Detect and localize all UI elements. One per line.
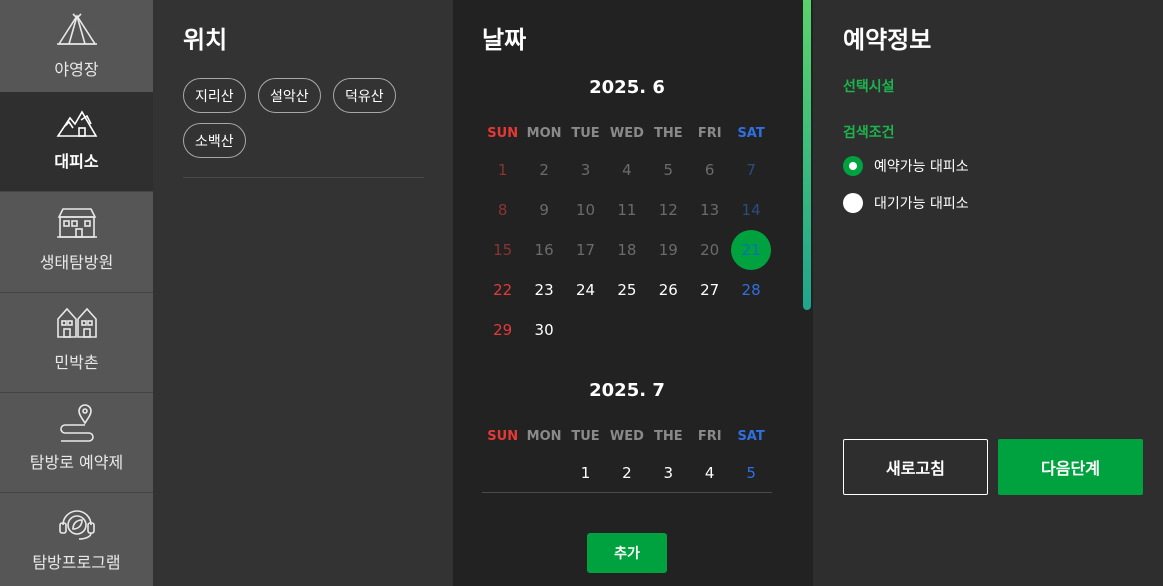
weekday-label: MON [526,429,562,444]
reservation-panel: 예약정보 선택시설 검색조건 예약가능 대피소 대기가능 대피소 새로고침 다음… [813,0,1163,586]
calendar-day-selected[interactable]: 21 [730,230,772,270]
sidebar-item-label: 탐방로 예약제 [29,453,124,472]
scrollbar-thumb[interactable] [803,0,811,310]
weekday-label: FRI [697,126,722,141]
chip-seoraksan[interactable]: 설악산 [258,78,321,113]
weekday-label: FRI [697,429,722,444]
calendar-day[interactable]: 30 [523,310,564,350]
sidebar-item-label: 탐방프로그램 [32,553,121,572]
weekday-label: TUE [571,429,600,444]
calendar-day[interactable]: 11 [606,190,647,230]
calendar-day[interactable]: 5 [730,453,771,493]
facility-label: 선택시설 [843,79,895,95]
calendar-day[interactable]: 4 [606,150,647,190]
calendar-day[interactable]: 16 [523,230,564,270]
tent-icon [55,10,99,50]
weekday-label: WED [609,126,644,141]
refresh-button[interactable]: 새로고침 [843,439,988,495]
sidebar-item-campground[interactable]: 야영장 [0,0,153,100]
weekday-label: WED [609,429,644,444]
calendar-day[interactable]: 10 [565,190,606,230]
radio-button[interactable] [843,193,863,213]
chip-deogyusan[interactable]: 덕유산 [333,78,396,113]
sidebar-item-label: 생태탐방원 [39,253,114,272]
calendar-day[interactable]: 12 [648,190,689,230]
calendar-day[interactable]: 23 [523,270,564,310]
option-label: 예약가능 대피소 [874,159,969,175]
calendar-day[interactable]: 28 [730,270,771,310]
sidebar: 야영장 대피소 생태탐방원 민박촌 탐방로 예약제 탐방프로그램 [0,0,153,586]
chip-sobaeksan[interactable]: 소백산 [183,123,246,158]
calendar-day[interactable]: 19 [648,230,689,270]
month-title-june: 2025. 6 [589,77,665,98]
divider [482,492,772,493]
calendar-day[interactable]: 24 [565,270,606,310]
weekday-label: TUE [571,126,600,141]
calendar-day[interactable]: 2 [606,453,647,493]
sidebar-item-trail-reservation[interactable]: 탐방로 예약제 [0,393,153,493]
weekday-label: SUN [487,429,519,444]
month-title-july: 2025. 7 [589,380,665,401]
calendar-day[interactable]: 9 [523,190,564,230]
sidebar-item-label: 야영장 [54,60,99,79]
condition-label: 검색조건 [843,125,895,141]
option-available[interactable]: 예약가능 대피소 [843,156,969,176]
calendar-day[interactable]: 2 [523,150,564,190]
calendar-day[interactable]: 15 [482,230,523,270]
weekday-label: SAT [737,429,765,444]
building-icon [55,203,99,243]
weekday-label: SUN [487,126,519,141]
location-title: 위치 [183,26,228,54]
calendar-day[interactable]: 26 [648,270,689,310]
calendar-day[interactable]: 20 [689,230,730,270]
sidebar-item-minbak[interactable]: 민박촌 [0,293,153,393]
calendar-day[interactable]: 5 [648,150,689,190]
date-title: 날짜 [482,26,527,54]
trail-pin-icon [55,403,99,443]
calendar-day[interactable]: 13 [689,190,730,230]
sidebar-item-program[interactable]: 탐방프로그램 [0,493,153,586]
calendar-day[interactable]: 18 [606,230,647,270]
calendar-day[interactable]: 3 [648,453,689,493]
radio-button-checked[interactable] [843,156,863,176]
calendar-day[interactable]: 29 [482,310,523,350]
calendar-day[interactable]: 7 [730,150,771,190]
sidebar-item-label: 대피소 [54,152,99,171]
calendar-day[interactable]: 8 [482,190,523,230]
date-panel: 날짜 2025. 6 SUN MON TUE WED THE FRI SAT 1 2 3 4 5 6 7 8… [453,0,813,586]
sidebar-item-shelter[interactable]: 대피소 [0,92,153,192]
reservation-title: 예약정보 [843,26,932,54]
mountain-shelter-icon [55,102,99,142]
option-label: 대기가능 대피소 [874,196,969,212]
calendar-day[interactable]: 4 [689,453,730,493]
weekday-label: MON [526,126,562,141]
calendar-day[interactable]: 1 [565,453,606,493]
calendar-day[interactable]: 1 [482,150,523,190]
next-step-button[interactable]: 다음단계 [998,439,1143,495]
calendar-day[interactable]: 3 [565,150,606,190]
weekday-label: THE [653,429,683,444]
sidebar-item-label: 민박촌 [54,353,99,372]
calendar-day[interactable]: 27 [689,270,730,310]
add-button[interactable]: 추가 [587,533,667,573]
calendar-day[interactable]: 17 [565,230,606,270]
location-panel: 위치 지리산 설악산 덕유산 소백산 [153,0,453,586]
headset-leaf-icon [55,503,99,543]
houses-icon [55,303,99,343]
calendar-day[interactable]: 25 [606,270,647,310]
calendar-day[interactable]: 22 [482,270,523,310]
chip-jirisan[interactable]: 지리산 [183,78,246,113]
sidebar-item-eco-center[interactable]: 생태탐방원 [0,193,153,293]
calendar-day[interactable]: 6 [689,150,730,190]
divider [183,177,424,178]
weekday-label: SAT [737,126,765,141]
calendar-day[interactable]: 14 [730,190,771,230]
option-waitlist[interactable]: 대기가능 대피소 [843,193,969,213]
weekday-label: THE [653,126,683,141]
